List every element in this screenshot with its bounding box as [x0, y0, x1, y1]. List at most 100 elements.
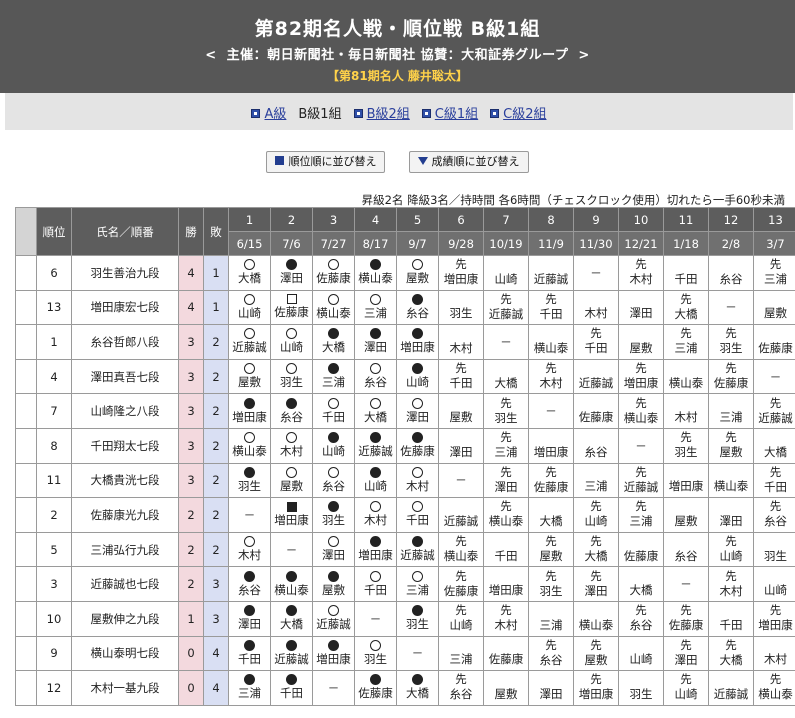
game-cell: 先澤田	[573, 566, 619, 602]
row-gutter	[15, 289, 37, 326]
sente-mark: 先	[455, 603, 467, 618]
game-cell: 横山泰	[708, 462, 754, 499]
game-cell: 佐藤康	[618, 531, 664, 568]
loss-dot-icon	[370, 536, 381, 548]
nav-item-0[interactable]: A級	[251, 103, 286, 122]
opponent-name: 澤田	[364, 340, 387, 355]
game-cell: 近藤誠	[270, 635, 313, 672]
player-name: 三浦弘行九段	[71, 531, 179, 568]
opponent-name: 屋敷	[539, 549, 563, 564]
opponent-name: 近藤誠	[316, 617, 351, 632]
table-row: 1 糸谷哲郎八段 3 2 近藤誠 山崎 大橋 澤田 増田康 木村－横山泰先千田 屋敷先三浦先羽生 佐藤…	[15, 324, 795, 360]
opponent-name: 木村	[719, 583, 743, 598]
wins-cell: 3	[178, 462, 204, 499]
win-circle-icon	[328, 293, 339, 305]
rank-cell: 1	[36, 324, 72, 360]
sente-mark: 先	[680, 430, 692, 445]
game-cell: 大橋	[396, 670, 439, 706]
nav-item-3[interactable]: C級1組	[421, 103, 478, 122]
opponent-name: 横山泰	[232, 444, 267, 459]
game-cell: －	[708, 289, 754, 326]
opponent-name: 増田康	[232, 409, 267, 424]
game-cell: 山崎	[312, 427, 355, 464]
opponent-name: 三浦	[584, 479, 608, 494]
bye-dash: －	[500, 334, 512, 349]
game-cell: 千田	[396, 497, 439, 533]
game-cell: －	[573, 255, 619, 291]
opponent-name: 澤田	[584, 583, 608, 598]
game-cell: 増田康	[228, 393, 271, 429]
win-circle-icon	[412, 466, 423, 478]
rank-cell: 8	[36, 427, 72, 464]
game-cell: －	[270, 531, 313, 568]
game-cell: 横山泰	[312, 289, 355, 326]
nav-item-label: C級2組	[503, 107, 547, 122]
header-round-6: 6	[438, 207, 484, 232]
page-header: 第82期名人戦・順位戦 B級1組 < 主催：朝日新聞社・毎日新聞社 協賛：大和証券…	[0, 0, 795, 93]
table-row: 8 千田翔太七段 3 2 横山泰 木村 山崎 近藤誠 佐藤康 澤田先三浦 増田康 糸谷－先羽生先屋敷大…	[15, 427, 795, 464]
rank-cell: 6	[36, 255, 72, 291]
sort-bar: 順位順に並び替え 成績順に並び替え	[0, 150, 795, 173]
opponent-name: 佐藤康	[274, 305, 309, 320]
game-cell: 増田康	[270, 497, 313, 533]
opponent-name: 横山泰	[274, 582, 309, 597]
player-name: 糸谷哲郎八段	[71, 324, 179, 360]
player-name: 横山泰明七段	[71, 635, 179, 672]
game-cell: 先屋敷	[528, 531, 574, 568]
opponent-name: 山崎	[238, 305, 261, 320]
game-cell: 糸谷	[228, 566, 271, 602]
nav-item-2[interactable]: B級2組	[353, 103, 410, 122]
opponent-name: 屋敷	[322, 582, 345, 597]
triangle-down-icon	[417, 157, 428, 165]
sente-mark: 先	[590, 326, 602, 341]
table-row: 5 三浦弘行九段 2 2 木村－澤田 増田康 近藤誠先横山泰 千田先屋敷先大橋 佐藤康 糸谷先山崎…	[15, 531, 795, 568]
opponent-name: 澤田	[280, 271, 303, 286]
bullet-icon	[251, 109, 261, 118]
opponent-name: 糸谷	[674, 548, 698, 563]
sort-by-record-button[interactable]: 成績順に並び替え	[408, 151, 529, 173]
wins-cell: 0	[178, 635, 204, 672]
bye-dash: －	[680, 577, 692, 592]
wins-cell: 3	[178, 358, 204, 395]
rank-cell: 4	[36, 358, 72, 395]
game-cell: 先山崎	[708, 531, 754, 568]
opponent-name: 佐藤康	[316, 271, 351, 286]
rank-cell: 5	[36, 531, 72, 568]
sort-by-rank-button[interactable]: 順位順に並び替え	[266, 151, 386, 173]
opponent-name: 羽生	[406, 617, 429, 632]
sente-mark: 先	[500, 603, 512, 618]
rank-cell: 11	[36, 462, 72, 499]
game-cell: 近藤誠	[228, 324, 271, 360]
sente-mark: 先	[545, 534, 557, 549]
loss-dot-icon	[286, 397, 297, 409]
losses-cell: 4	[203, 635, 229, 672]
opponent-name: 大橋	[238, 271, 261, 286]
player-name: 澤田真吾七段	[71, 358, 179, 395]
game-cell: 木村	[354, 497, 397, 533]
opponent-name: 増田康	[316, 651, 351, 666]
game-cell: 三浦	[396, 566, 439, 602]
opponent-name: 三浦	[364, 305, 387, 320]
opponent-name: 近藤誠	[232, 340, 267, 355]
nav-item-4[interactable]: C級2組	[490, 103, 547, 122]
game-cell: 先糸谷	[528, 635, 574, 672]
row-gutter	[15, 635, 37, 672]
header-losses: 敗	[203, 207, 229, 256]
loss-dot-icon	[370, 259, 381, 271]
losses-cell: 1	[203, 255, 229, 291]
bullet-icon	[421, 109, 431, 118]
opponent-name: 佐藤康	[668, 618, 704, 633]
bye-dash: －	[769, 369, 782, 384]
loss-dot-icon	[412, 363, 423, 375]
opponent-name: 澤田	[406, 409, 429, 424]
opponent-name: 千田	[674, 271, 698, 286]
rank-cell: 9	[36, 635, 72, 672]
sente-mark: 先	[590, 672, 602, 687]
win-circle-icon	[244, 293, 255, 305]
sort-by-record-label: 成績順に並び替え	[431, 155, 520, 168]
game-cell: 屋敷	[618, 324, 664, 360]
wins-cell: 2	[178, 566, 204, 602]
player-name: 羽生善治九段	[71, 255, 179, 291]
win-circle-icon	[328, 466, 339, 478]
header-date-9: 11/30	[573, 231, 619, 256]
